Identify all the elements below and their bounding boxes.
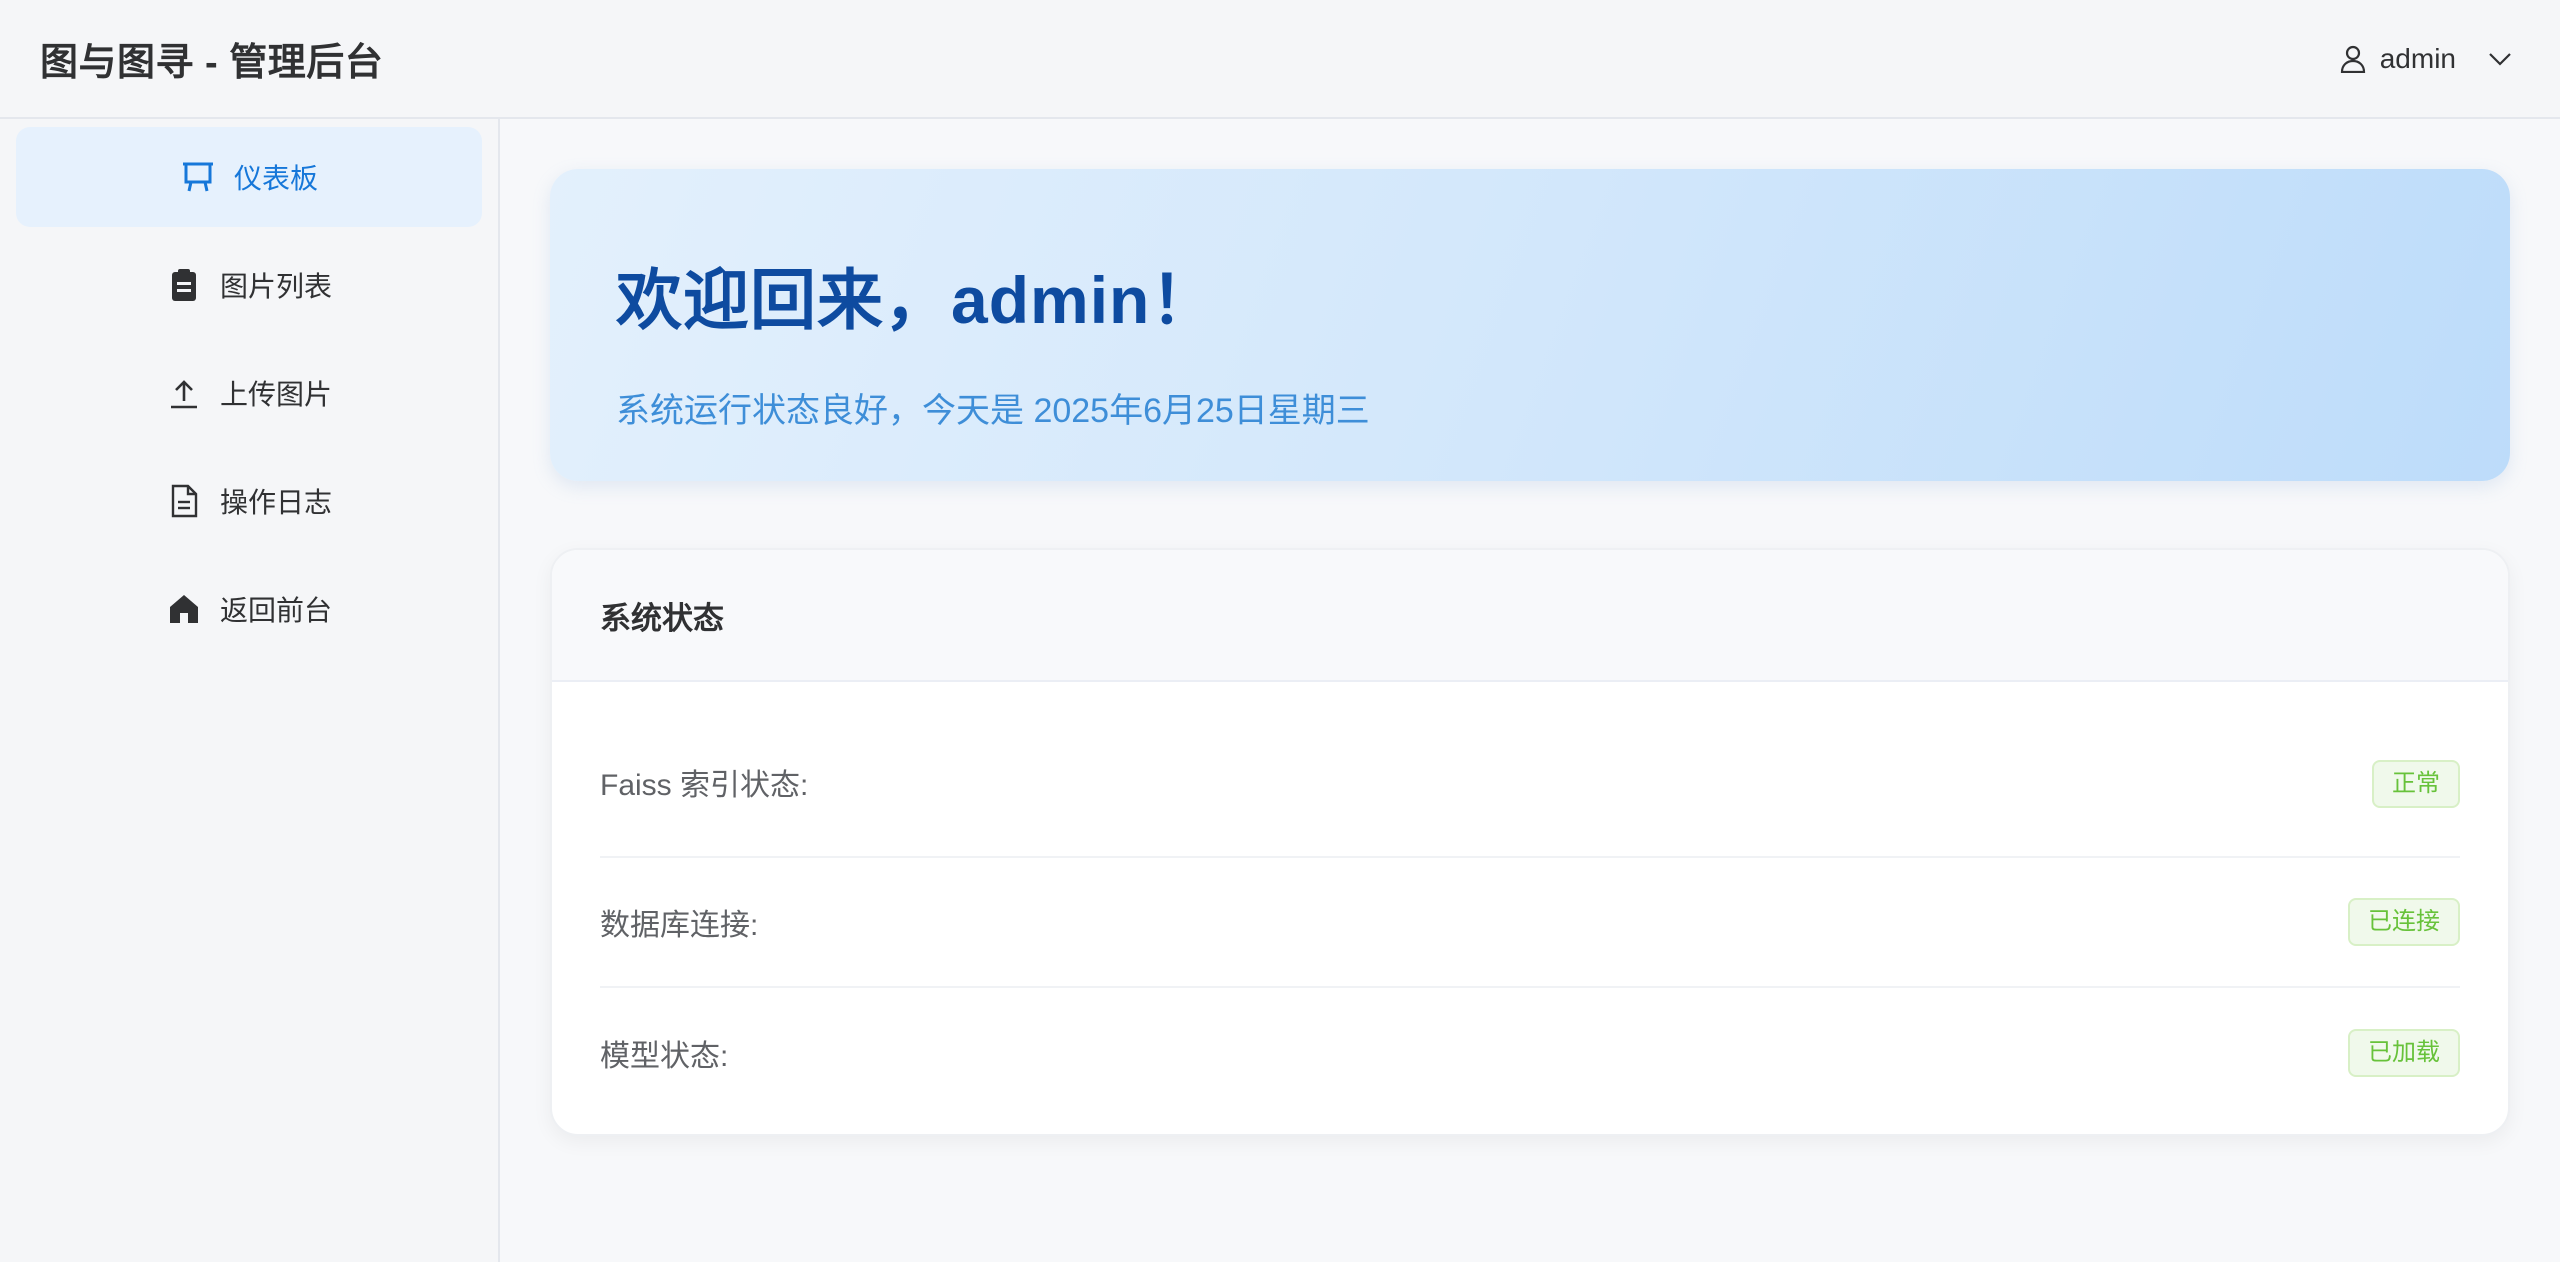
sidebar-item-label: 上传图片 [219,379,332,410]
sidebar: 仪表板 图片列表 上传图片 操作日志 返回前台 [0,119,500,1262]
app-title: 图与图寻 - 管理后台 [40,42,384,84]
status-label: 模型状态: [600,1040,729,1073]
sidebar-item-image-list[interactable]: 图片列表 [16,235,482,335]
sidebar-item-back-to-front[interactable]: 返回前台 [16,559,482,659]
sidebar-item-label: 返回前台 [219,595,332,626]
status-card-title: 系统状态 [552,550,2508,682]
status-row-faiss: Faiss 索引状态: 正常 [600,732,2460,858]
status-badge: 已连接 [2348,898,2460,946]
sidebar-item-label: 仪表板 [233,163,318,194]
sidebar-item-dashboard[interactable]: 仪表板 [16,127,482,227]
top-header: 图与图寻 - 管理后台 admin [0,0,2560,119]
user-name: admin [2379,42,2456,74]
status-label: 数据库连接: [600,909,759,942]
status-badge: 正常 [2372,760,2460,808]
sidebar-item-upload[interactable]: 上传图片 [16,343,482,443]
status-badge: 已加载 [2348,1029,2460,1077]
document-icon [166,483,202,519]
status-row-database: 数据库连接: 已连接 [600,858,2460,988]
system-status-card: 系统状态 Faiss 索引状态: 正常 数据库连接: 已连接 模型状态: 已加载 [550,548,2510,1136]
user-menu[interactable]: admin [2340,43,2512,75]
home-icon [166,591,202,627]
main-content: 欢迎回来，admin！ 系统运行状态良好，今天是 2025年6月25日星期三 系… [502,119,2560,1262]
status-label: Faiss 索引状态: [600,769,809,802]
status-row-model: 模型状态: 已加载 [600,988,2460,1118]
welcome-subtitle: 系统运行状态良好，今天是 2025年6月25日星期三 [616,392,1370,430]
welcome-title: 欢迎回来，admin！ [616,263,1218,337]
sidebar-item-label: 图片列表 [219,271,332,302]
sidebar-item-logs[interactable]: 操作日志 [16,451,482,551]
presentation-icon [180,159,216,195]
sidebar-item-label: 操作日志 [219,487,332,518]
chevron-down-icon [2488,52,2512,66]
user-icon [2340,45,2366,73]
clipboard-icon [166,267,202,303]
welcome-banner: 欢迎回来，admin！ 系统运行状态良好，今天是 2025年6月25日星期三 [550,169,2510,481]
upload-icon [166,375,202,411]
